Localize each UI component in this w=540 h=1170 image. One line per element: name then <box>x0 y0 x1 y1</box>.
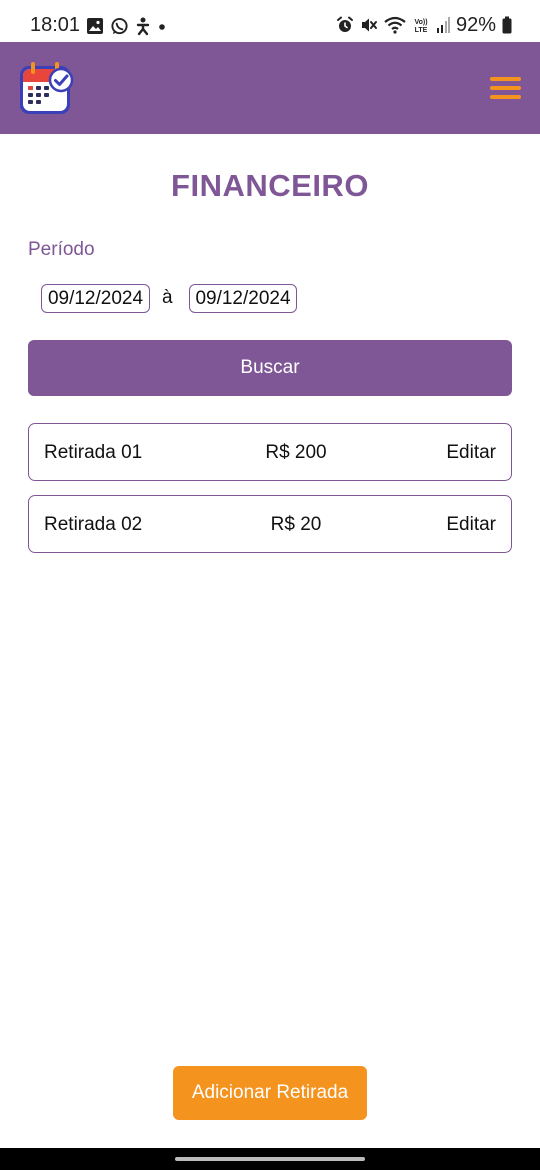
battery-icon <box>502 16 512 34</box>
search-button[interactable]: Buscar <box>28 340 512 396</box>
list-item: Retirada 02 R$ 20 Editar <box>28 495 512 553</box>
add-withdrawal-button[interactable]: Adicionar Retirada <box>173 1066 367 1120</box>
period-label: Período <box>28 239 95 260</box>
status-left-icons <box>86 16 167 36</box>
date-end-input[interactable]: 09/12/2024 <box>189 284 297 313</box>
signal-icon <box>436 17 450 33</box>
edit-button[interactable]: Editar <box>446 442 496 464</box>
status-bar: 18:01 Vo)) LTE 92% <box>0 0 540 42</box>
accessibility-icon <box>136 17 150 35</box>
whatsapp-icon <box>111 17 128 34</box>
volte-icon: Vo)) LTE <box>414 19 428 34</box>
wifi-icon <box>384 16 406 34</box>
status-right-icons: Vo)) LTE 92% <box>336 14 512 36</box>
gallery-icon <box>87 18 103 34</box>
page-title: FINANCEIRO <box>171 168 369 203</box>
svg-text:Vo)): Vo)) <box>414 19 427 26</box>
system-nav-bar <box>0 1148 540 1170</box>
edit-button[interactable]: Editar <box>446 514 496 536</box>
hamburger-menu-icon[interactable] <box>490 77 522 101</box>
calendar-check-icon[interactable] <box>18 60 74 116</box>
dot-icon <box>159 24 165 30</box>
date-start-input[interactable]: 09/12/2024 <box>41 284 150 313</box>
home-indicator[interactable] <box>175 1157 365 1161</box>
app-header <box>0 42 540 134</box>
status-time: 18:01 <box>30 14 81 36</box>
list-item: Retirada 01 R$ 200 Editar <box>28 423 512 481</box>
mute-icon <box>361 18 377 32</box>
alarm-icon <box>336 16 353 32</box>
date-separator: à <box>162 287 173 308</box>
svg-text:LTE: LTE <box>415 27 428 34</box>
battery-percentage: 92% <box>455 13 496 36</box>
